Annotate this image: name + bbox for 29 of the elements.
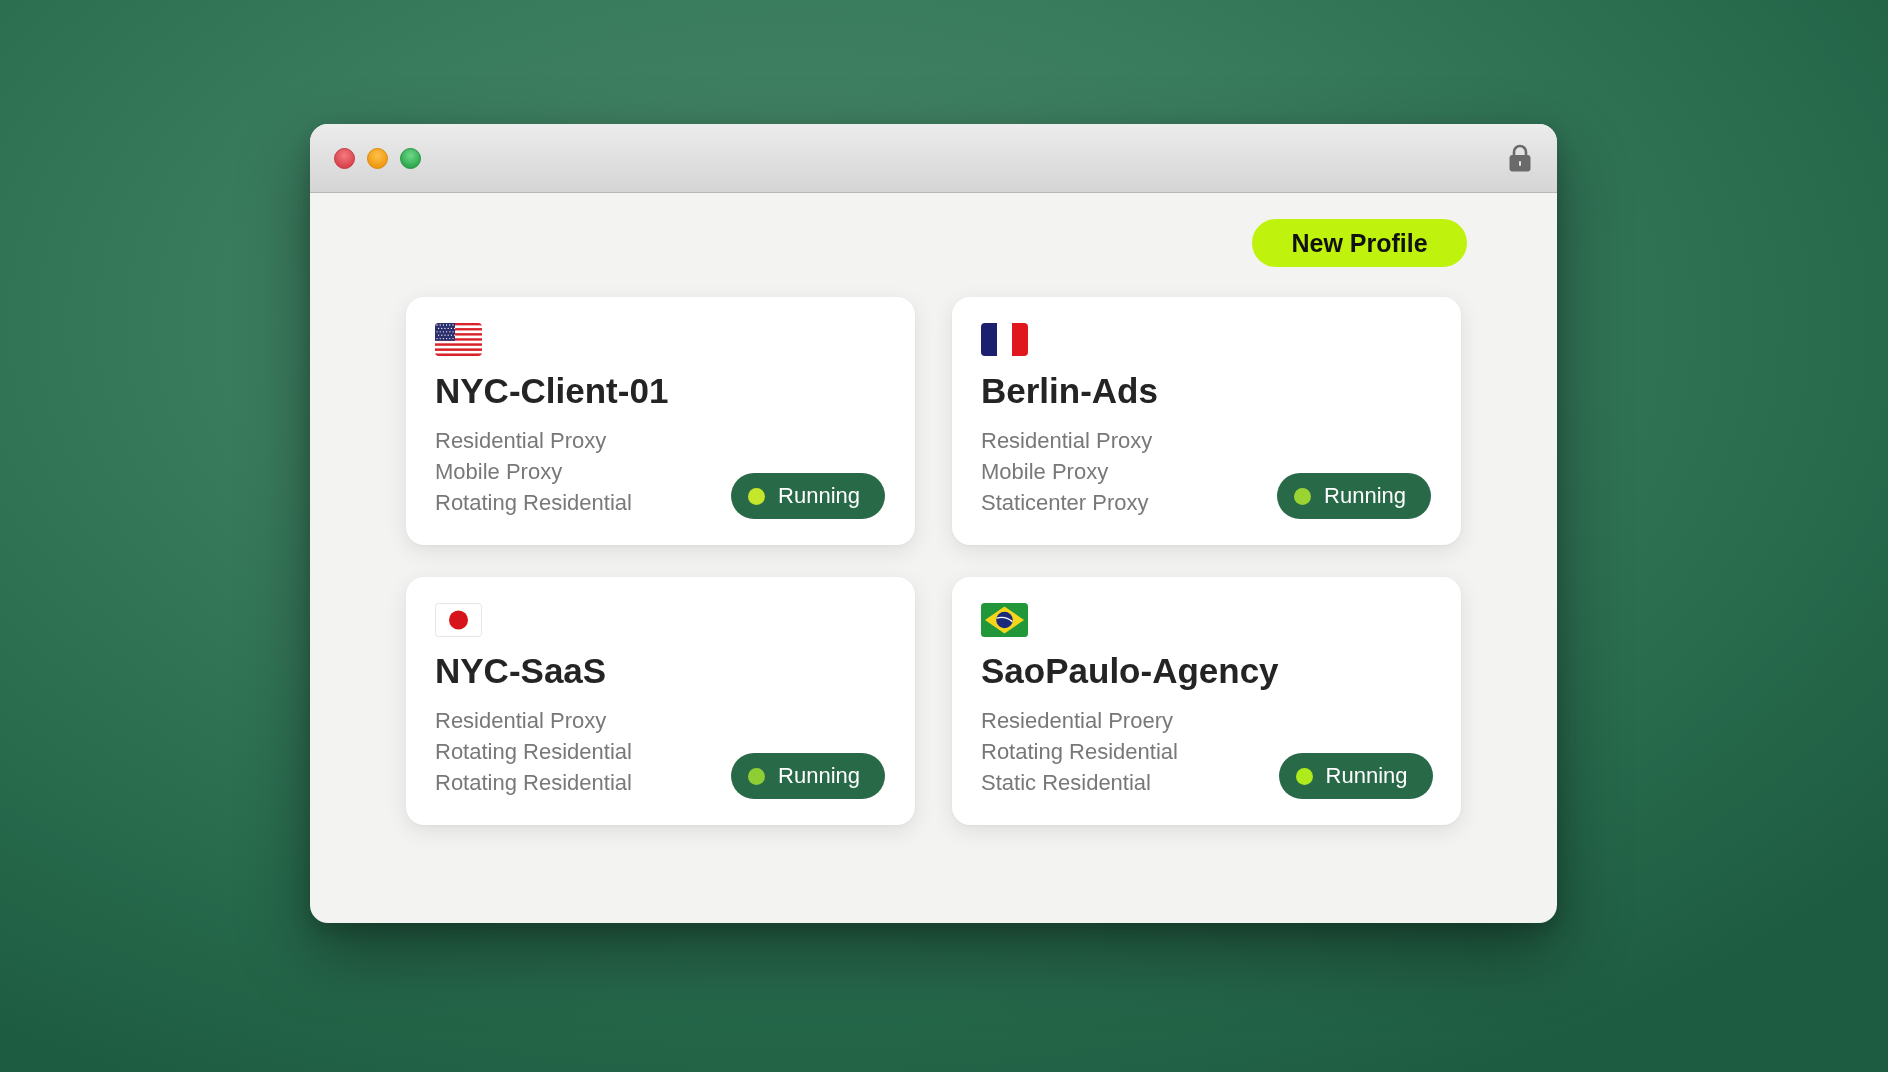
- proxy-type-label: Static Residential: [981, 769, 1152, 797]
- french-flag-icon: [981, 323, 1028, 356]
- proxy-type-label: Rotating Residential: [435, 738, 632, 766]
- close-icon[interactable]: [334, 147, 355, 169]
- minimize-icon[interactable]: [367, 147, 388, 169]
- japanese-flag-icon: [435, 603, 482, 637]
- status-text: Running: [1324, 485, 1406, 507]
- proxy-type-label: Residential Proxy: [981, 427, 1154, 455]
- proxy-type-label: Residential Proxy: [435, 427, 608, 455]
- brazilian-flag-icon: [981, 603, 1028, 637]
- lock-icon: [1509, 144, 1531, 172]
- proxy-type-label: Mobile Proxy: [981, 458, 1110, 486]
- proxy-type-label: Rotating Residential: [981, 738, 1179, 766]
- profile-name: SaoPaulo-Agency: [981, 650, 1279, 692]
- status-text: Running: [778, 765, 860, 787]
- status-text: Running: [778, 485, 860, 507]
- profile-name: NYC-Client-01: [435, 370, 669, 412]
- proxy-type-label: Staticenter Proxy: [981, 489, 1150, 517]
- proxy-type-label: Rotating Residential: [435, 489, 633, 517]
- proxy-type-label: Residential Proxy: [435, 707, 608, 735]
- maximize-icon[interactable]: [400, 147, 421, 169]
- proxy-type-label: Rotating Residential: [435, 769, 632, 797]
- new-profile-button[interactable]: New Profile: [1252, 219, 1467, 267]
- profile-name: Berlin-Ads: [981, 370, 1158, 412]
- proxy-type-label: Resiedential Proery: [981, 707, 1174, 735]
- proxy-type-label: Mobile Proxy: [435, 458, 564, 486]
- status-text: Running: [1325, 765, 1408, 787]
- american-flag-icon: [435, 323, 482, 356]
- profile-name: NYC-SaaS: [435, 650, 608, 692]
